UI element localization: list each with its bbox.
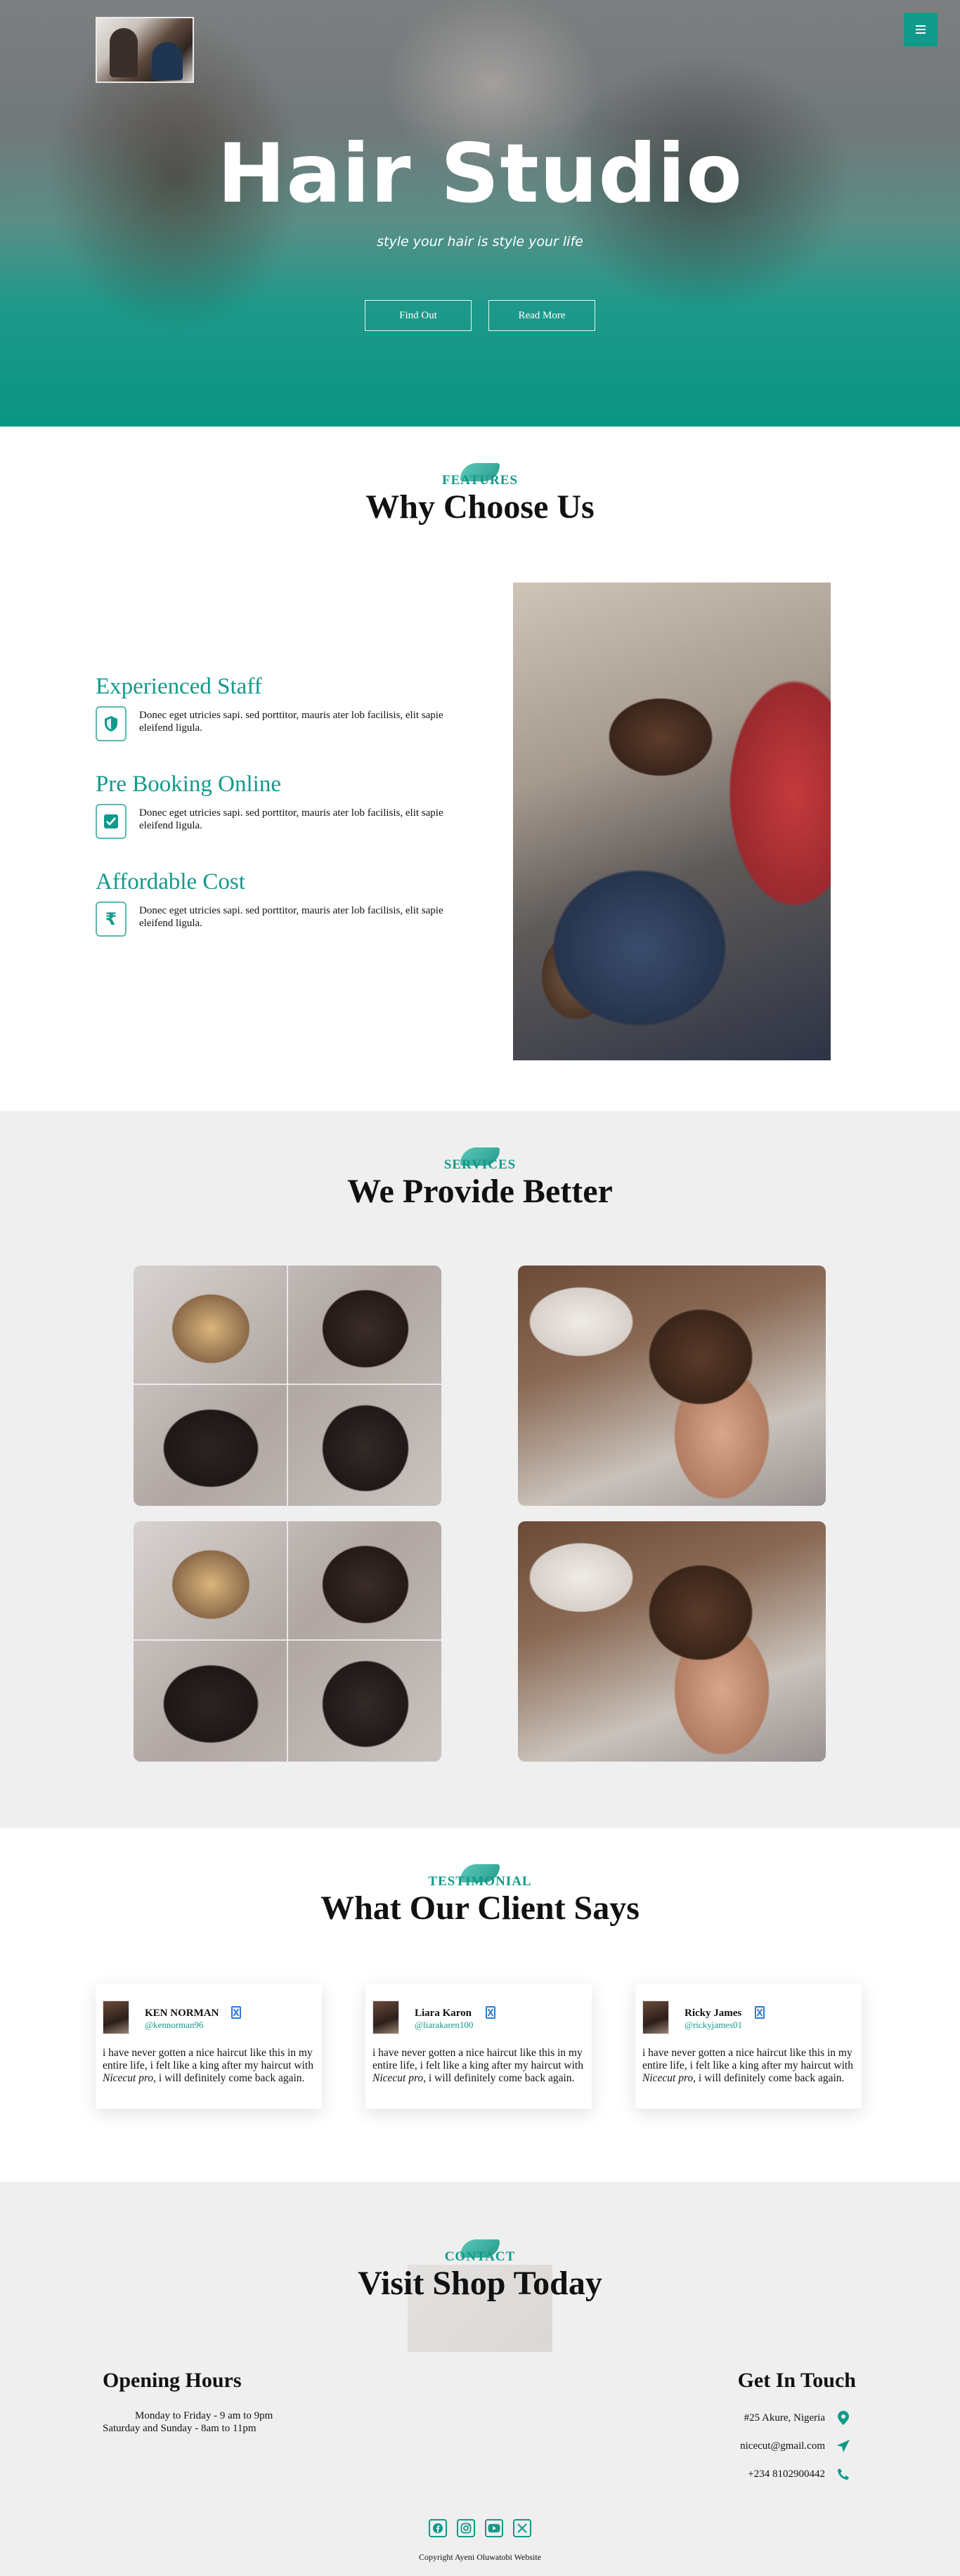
services-header: SERVICES We Provide Better xyxy=(0,1147,960,1211)
find-out-button[interactable]: Find Out xyxy=(365,300,472,331)
avatar xyxy=(642,2001,669,2034)
features-section: FEATURES Why Choose Us Experienced Staff… xyxy=(0,427,960,1111)
testimonial-text: i have never gotten a nice haircut like … xyxy=(642,2047,853,2084)
feature-item: Affordable Cost ₹ Donec eget utricies sa… xyxy=(96,868,489,937)
client-name: Ricky James xyxy=(685,2008,742,2019)
hero-title: Hair Studio xyxy=(217,126,743,221)
facebook-icon[interactable] xyxy=(429,2519,447,2537)
barber-photo xyxy=(513,583,831,1060)
copyright-text: Copyright Ayeni Oluwatobi Website xyxy=(418,2552,542,2562)
client-handle[interactable]: @liarakaren100 xyxy=(415,2019,473,2031)
menu-button[interactable] xyxy=(904,13,938,46)
service-image-fade-cut[interactable] xyxy=(518,1266,826,1506)
hero-section: Hair Studio style your hair is style you… xyxy=(0,0,960,427)
section-title: Visit Shop Today xyxy=(358,2265,602,2302)
youtube-icon[interactable] xyxy=(485,2519,503,2537)
send-icon xyxy=(836,2439,850,2453)
hours-weekend: Saturday and Sunday - 8am to 11pm xyxy=(103,2423,257,2434)
section-title: We Provide Better xyxy=(347,1173,613,1210)
section-tag: FEATURES xyxy=(442,473,518,488)
opening-hours-title: Opening Hours xyxy=(103,2369,242,2392)
x-icon[interactable] xyxy=(486,2006,496,2019)
avatar xyxy=(103,2001,129,2034)
section-title: Why Choose Us xyxy=(365,488,595,526)
feature-title: Pre Booking Online xyxy=(96,772,281,797)
testimonial-text: i have never gotten a nice haircut like … xyxy=(103,2047,313,2084)
client-handle[interactable]: @rickyjames01 xyxy=(685,2019,742,2031)
section-title: What Our Client Says xyxy=(320,1889,640,1927)
email-text[interactable]: nicecut@gmail.com xyxy=(740,2440,825,2452)
hamburger-icon xyxy=(916,25,926,34)
rupee-icon: ₹ xyxy=(96,902,127,937)
service-image-haircut-styles[interactable] xyxy=(134,1266,441,1506)
section-tag: TESTIMONIAL xyxy=(428,1874,532,1889)
feature-title: Affordable Cost xyxy=(96,869,245,895)
feature-text: Donec eget utricies sapi. sed porttitor,… xyxy=(139,710,443,734)
section-tag: SERVICES xyxy=(443,1157,517,1172)
services-section: SERVICES We Provide Better xyxy=(0,1111,960,1828)
contact-section: CONTACT Visit Shop Today Opening Hours M… xyxy=(0,2182,960,2576)
read-more-button[interactable]: Read More xyxy=(488,300,595,331)
address-row: #25 Akure, Nigeria xyxy=(744,2411,850,2425)
phone-text[interactable]: +234 8102900442 xyxy=(748,2468,825,2480)
x-icon[interactable] xyxy=(755,2006,765,2019)
feature-title: Experienced Staff xyxy=(96,674,262,699)
hero-subtitle: style your hair is style your life xyxy=(377,234,583,249)
client-name: KEN NORMAN xyxy=(145,2008,219,2019)
feature-item: Pre Booking Online Donec eget utricies s… xyxy=(96,770,489,839)
feature-text: Donec eget utricies sapi. sed porttitor,… xyxy=(139,905,443,929)
client-handle[interactable]: @kennorman96 xyxy=(145,2019,219,2031)
feature-item: Experienced Staff Donec eget utricies sa… xyxy=(96,672,489,741)
phone-icon xyxy=(836,2467,850,2481)
features-header: FEATURES Why Choose Us xyxy=(0,463,960,526)
email-row[interactable]: nicecut@gmail.com xyxy=(740,2439,850,2453)
service-image-haircut-styles[interactable] xyxy=(134,1521,441,1762)
address-text: #25 Akure, Nigeria xyxy=(744,2412,825,2424)
get-in-touch-title: Get In Touch xyxy=(737,2369,856,2392)
site-logo[interactable] xyxy=(96,17,194,83)
testimonial-text: i have never gotten a nice haircut like … xyxy=(372,2047,583,2084)
social-links xyxy=(0,2519,960,2537)
hours-weekday: Monday to Friday - 9 am to 9pm xyxy=(135,2410,273,2421)
phone-row[interactable]: +234 8102900442 xyxy=(748,2467,850,2481)
map-pin-icon xyxy=(836,2411,850,2425)
feature-text: Donec eget utricies sapi. sed porttitor,… xyxy=(139,807,443,831)
testimonial-card: KEN NORMAN @kennorman96 i have never gott… xyxy=(96,1984,322,2109)
testimonial-card: Ricky James @rickyjames01 i have never go… xyxy=(635,1984,862,2109)
testimonial-card: Liara Karon @liarakaren100 i have never g… xyxy=(365,1984,592,2109)
section-tag: CONTACT xyxy=(444,2249,516,2264)
testimonial-section: TESTIMONIAL What Our Client Says KEN NOR… xyxy=(0,1828,960,2182)
testimonial-header: TESTIMONIAL What Our Client Says xyxy=(0,1864,960,1927)
shield-icon xyxy=(96,706,127,741)
check-square-icon xyxy=(96,804,127,839)
x-icon[interactable] xyxy=(231,2006,242,2019)
instagram-icon[interactable] xyxy=(457,2519,475,2537)
client-name: Liara Karon xyxy=(415,2008,472,2019)
contact-header: CONTACT Visit Shop Today xyxy=(0,2239,960,2303)
avatar xyxy=(372,2001,399,2034)
x-icon[interactable] xyxy=(513,2519,531,2537)
service-image-fade-cut[interactable] xyxy=(518,1521,826,1762)
